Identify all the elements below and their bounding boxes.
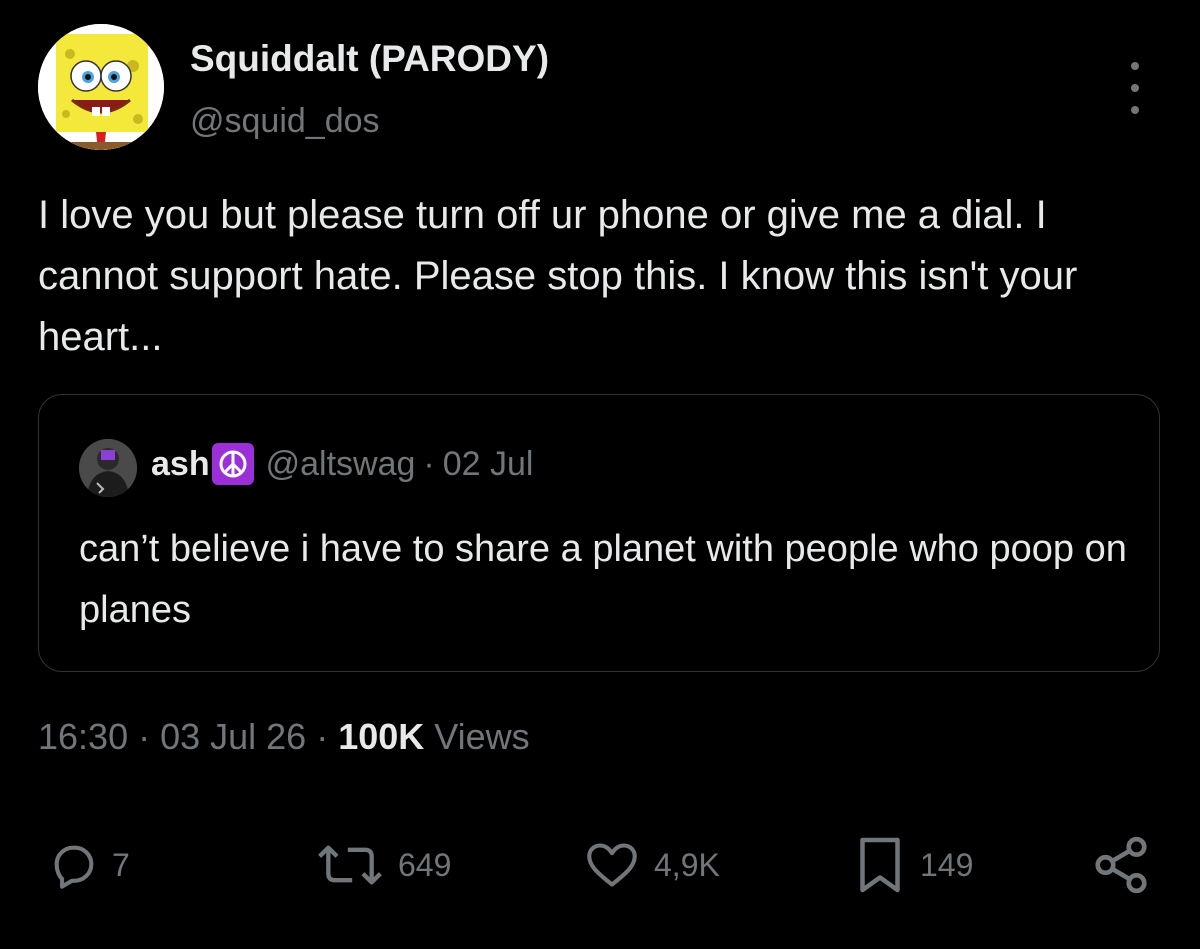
repost-button[interactable]: 649 [312,830,451,900]
like-button[interactable]: 4,9K [582,830,720,900]
action-bar: 7 649 4,9K 149 [0,830,1200,900]
meta-separator: · [316,716,329,757]
repost-count: 649 [398,846,452,883]
tweet-date[interactable]: 03 Jul 26 [160,716,306,757]
reply-button[interactable]: 7 [48,830,130,900]
bookmark-count: 149 [920,846,974,883]
like-count: 4,9K [654,846,720,883]
meta-separator: · [138,716,151,757]
author-avatar[interactable] [38,24,164,150]
reply-count: 7 [112,846,130,883]
quoted-tweet-text: can’t believe i have to share a planet w… [79,528,1127,631]
more-options-icon[interactable] [1118,62,1152,114]
bookmark-icon [860,837,900,893]
author-handle[interactable]: @squid_dos [190,102,380,141]
tweet-text: I love you but please turn off ur phone … [38,193,1078,359]
share-button[interactable] [1090,830,1152,900]
bookmark-button[interactable]: 149 [852,830,973,900]
more-dot [1131,106,1139,114]
quoted-author-avatar [79,439,137,497]
peace-symbol-icon [211,443,254,485]
quoted-author-name[interactable]: ash [151,445,210,484]
tweet-meta: 16:30 · 03 Jul 26 · 100K Views [38,716,530,758]
heart-icon [587,843,637,887]
share-icon [1095,836,1147,894]
reply-icon [54,845,94,889]
quoted-tweet-header: ash @altswag · 02 Jul [151,443,533,485]
more-dot [1131,84,1139,92]
repost-icon [318,845,382,885]
quoted-tweet-card[interactable]: ash @altswag · 02 Jul can’t believe i ha… [38,394,1160,672]
views-count: 100K [338,716,425,757]
quoted-author-handle[interactable]: @altswag [266,445,416,484]
quoted-separator: · [423,444,435,483]
tweet-time[interactable]: 16:30 [38,716,128,757]
author-display-name[interactable]: Squiddalt (PARODY) [190,38,549,80]
views-label: Views [434,716,530,757]
more-dot [1131,62,1139,70]
quoted-tweet-date[interactable]: 02 Jul [443,445,534,484]
